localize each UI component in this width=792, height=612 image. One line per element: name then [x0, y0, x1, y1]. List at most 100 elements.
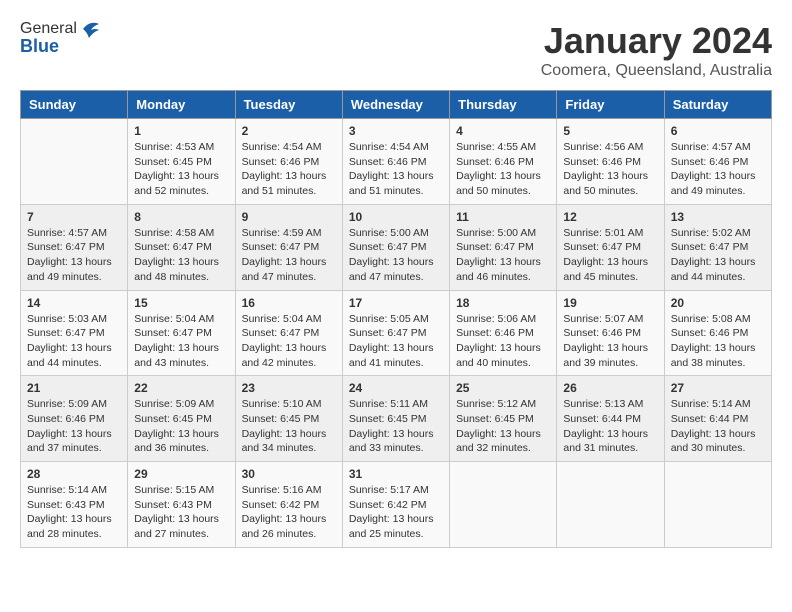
day-content: Sunrise: 5:10 AM Sunset: 6:45 PM Dayligh…	[242, 397, 336, 456]
day-number: 4	[456, 124, 550, 138]
calendar-cell: 8 Sunrise: 4:58 AM Sunset: 6:47 PM Daylig…	[128, 204, 235, 290]
day-content: Sunrise: 5:16 AM Sunset: 6:42 PM Dayligh…	[242, 483, 336, 542]
header: General Blue January 2024 Coomera, Queen…	[20, 20, 772, 80]
day-content: Sunrise: 5:09 AM Sunset: 6:45 PM Dayligh…	[134, 397, 228, 456]
day-content: Sunrise: 5:11 AM Sunset: 6:45 PM Dayligh…	[349, 397, 443, 456]
calendar-cell: 14Sunrise: 5:03 AM Sunset: 6:47 PM Dayli…	[21, 290, 128, 376]
day-content: Sunrise: 4:59 AM Sunset: 6:47 PM Dayligh…	[242, 226, 336, 285]
calendar-cell: 28 Sunrise: 5:14 AM Sunset: 6:43 PM Dayli…	[21, 462, 128, 548]
day-header-thursday: Thursday	[450, 91, 557, 119]
day-number: 30	[242, 467, 336, 481]
calendar-week-5: 28 Sunrise: 5:14 AM Sunset: 6:43 PM Dayli…	[21, 462, 772, 548]
day-number: 2	[242, 124, 336, 138]
day-number: 11	[456, 210, 550, 224]
calendar-cell	[664, 462, 771, 548]
day-content: Sunrise: 5:09 AM Sunset: 6:46 PM Dayligh…	[27, 397, 121, 456]
calendar-cell: 1 Sunrise: 4:53 AM Sunset: 6:45 PM Daylig…	[128, 119, 235, 205]
day-number: 18	[456, 296, 550, 310]
calendar-cell: 25 Sunrise: 5:12 AM Sunset: 6:45 PM Dayli…	[450, 376, 557, 462]
day-number: 6	[671, 124, 765, 138]
day-number: 15	[134, 296, 228, 310]
calendar-header-row: SundayMondayTuesdayWednesdayThursdayFrid…	[21, 91, 772, 119]
calendar-cell: 15 Sunrise: 5:04 AM Sunset: 6:47 PM Dayli…	[128, 290, 235, 376]
day-content: Sunrise: 5:12 AM Sunset: 6:45 PM Dayligh…	[456, 397, 550, 456]
day-number: 29	[134, 467, 228, 481]
calendar-cell: 21Sunrise: 5:09 AM Sunset: 6:46 PM Dayli…	[21, 376, 128, 462]
calendar-cell: 23 Sunrise: 5:10 AM Sunset: 6:45 PM Dayli…	[235, 376, 342, 462]
day-number: 25	[456, 381, 550, 395]
day-content: Sunrise: 5:01 AM Sunset: 6:47 PM Dayligh…	[563, 226, 657, 285]
day-content: Sunrise: 5:04 AM Sunset: 6:47 PM Dayligh…	[134, 312, 228, 371]
day-number: 7	[27, 210, 121, 224]
day-number: 12	[563, 210, 657, 224]
calendar-cell: 3Sunrise: 4:54 AM Sunset: 6:46 PM Daylig…	[342, 119, 449, 205]
day-header-monday: Monday	[128, 91, 235, 119]
day-content: Sunrise: 5:00 AM Sunset: 6:47 PM Dayligh…	[456, 226, 550, 285]
day-number: 20	[671, 296, 765, 310]
day-content: Sunrise: 4:58 AM Sunset: 6:47 PM Dayligh…	[134, 226, 228, 285]
logo: General Blue	[20, 20, 103, 57]
day-content: Sunrise: 5:02 AM Sunset: 6:47 PM Dayligh…	[671, 226, 765, 285]
day-content: Sunrise: 5:06 AM Sunset: 6:46 PM Dayligh…	[456, 312, 550, 371]
day-number: 10	[349, 210, 443, 224]
day-content: Sunrise: 5:17 AM Sunset: 6:42 PM Dayligh…	[349, 483, 443, 542]
day-header-friday: Friday	[557, 91, 664, 119]
day-content: Sunrise: 4:55 AM Sunset: 6:46 PM Dayligh…	[456, 140, 550, 199]
calendar-week-4: 21Sunrise: 5:09 AM Sunset: 6:46 PM Dayli…	[21, 376, 772, 462]
day-number: 8	[134, 210, 228, 224]
calendar-cell: 26 Sunrise: 5:13 AM Sunset: 6:44 PM Dayli…	[557, 376, 664, 462]
calendar-cell: 13 Sunrise: 5:02 AM Sunset: 6:47 PM Dayli…	[664, 204, 771, 290]
day-number: 28	[27, 467, 121, 481]
day-number: 27	[671, 381, 765, 395]
day-content: Sunrise: 4:54 AM Sunset: 6:46 PM Dayligh…	[242, 140, 336, 199]
calendar-cell: 7 Sunrise: 4:57 AM Sunset: 6:47 PM Daylig…	[21, 204, 128, 290]
day-number: 23	[242, 381, 336, 395]
calendar-cell: 24Sunrise: 5:11 AM Sunset: 6:45 PM Dayli…	[342, 376, 449, 462]
day-content: Sunrise: 5:05 AM Sunset: 6:47 PM Dayligh…	[349, 312, 443, 371]
day-content: Sunrise: 5:13 AM Sunset: 6:44 PM Dayligh…	[563, 397, 657, 456]
calendar-week-3: 14Sunrise: 5:03 AM Sunset: 6:47 PM Dayli…	[21, 290, 772, 376]
calendar-week-2: 7 Sunrise: 4:57 AM Sunset: 6:47 PM Daylig…	[21, 204, 772, 290]
calendar-cell: 27 Sunrise: 5:14 AM Sunset: 6:44 PM Dayli…	[664, 376, 771, 462]
calendar-cell: 29 Sunrise: 5:15 AM Sunset: 6:43 PM Dayli…	[128, 462, 235, 548]
location: Coomera, Queensland, Australia	[541, 62, 772, 80]
calendar-cell: 2 Sunrise: 4:54 AM Sunset: 6:46 PM Daylig…	[235, 119, 342, 205]
calendar-cell: 10Sunrise: 5:00 AM Sunset: 6:47 PM Dayli…	[342, 204, 449, 290]
calendar-cell: 18 Sunrise: 5:06 AM Sunset: 6:46 PM Dayli…	[450, 290, 557, 376]
day-number: 16	[242, 296, 336, 310]
title-area: January 2024 Coomera, Queensland, Austra…	[541, 20, 772, 80]
calendar-cell: 30 Sunrise: 5:16 AM Sunset: 6:42 PM Dayli…	[235, 462, 342, 548]
day-content: Sunrise: 5:04 AM Sunset: 6:47 PM Dayligh…	[242, 312, 336, 371]
day-header-wednesday: Wednesday	[342, 91, 449, 119]
day-content: Sunrise: 5:14 AM Sunset: 6:43 PM Dayligh…	[27, 483, 121, 542]
day-number: 3	[349, 124, 443, 138]
day-content: Sunrise: 4:57 AM Sunset: 6:46 PM Dayligh…	[671, 140, 765, 199]
calendar-cell: 4 Sunrise: 4:55 AM Sunset: 6:46 PM Daylig…	[450, 119, 557, 205]
day-header-saturday: Saturday	[664, 91, 771, 119]
day-content: Sunrise: 5:03 AM Sunset: 6:47 PM Dayligh…	[27, 312, 121, 371]
day-number: 13	[671, 210, 765, 224]
day-number: 1	[134, 124, 228, 138]
day-number: 31	[349, 467, 443, 481]
day-content: Sunrise: 5:15 AM Sunset: 6:43 PM Dayligh…	[134, 483, 228, 542]
calendar-cell: 22Sunrise: 5:09 AM Sunset: 6:45 PM Dayli…	[128, 376, 235, 462]
day-content: Sunrise: 5:14 AM Sunset: 6:44 PM Dayligh…	[671, 397, 765, 456]
calendar-cell	[21, 119, 128, 205]
day-content: Sunrise: 4:57 AM Sunset: 6:47 PM Dayligh…	[27, 226, 121, 285]
day-number: 5	[563, 124, 657, 138]
logo-icon	[79, 20, 101, 38]
calendar-cell: 9Sunrise: 4:59 AM Sunset: 6:47 PM Daylig…	[235, 204, 342, 290]
day-number: 17	[349, 296, 443, 310]
day-number: 19	[563, 296, 657, 310]
day-content: Sunrise: 5:07 AM Sunset: 6:46 PM Dayligh…	[563, 312, 657, 371]
calendar-cell: 17 Sunrise: 5:05 AM Sunset: 6:47 PM Dayli…	[342, 290, 449, 376]
calendar-cell: 11 Sunrise: 5:00 AM Sunset: 6:47 PM Dayli…	[450, 204, 557, 290]
month-title: January 2024	[541, 20, 772, 62]
day-number: 26	[563, 381, 657, 395]
day-content: Sunrise: 4:53 AM Sunset: 6:45 PM Dayligh…	[134, 140, 228, 199]
calendar-cell: 16 Sunrise: 5:04 AM Sunset: 6:47 PM Dayli…	[235, 290, 342, 376]
day-header-sunday: Sunday	[21, 91, 128, 119]
day-header-tuesday: Tuesday	[235, 91, 342, 119]
logo-blue-text: Blue	[20, 36, 59, 57]
calendar-body: 1 Sunrise: 4:53 AM Sunset: 6:45 PM Daylig…	[21, 119, 772, 548]
